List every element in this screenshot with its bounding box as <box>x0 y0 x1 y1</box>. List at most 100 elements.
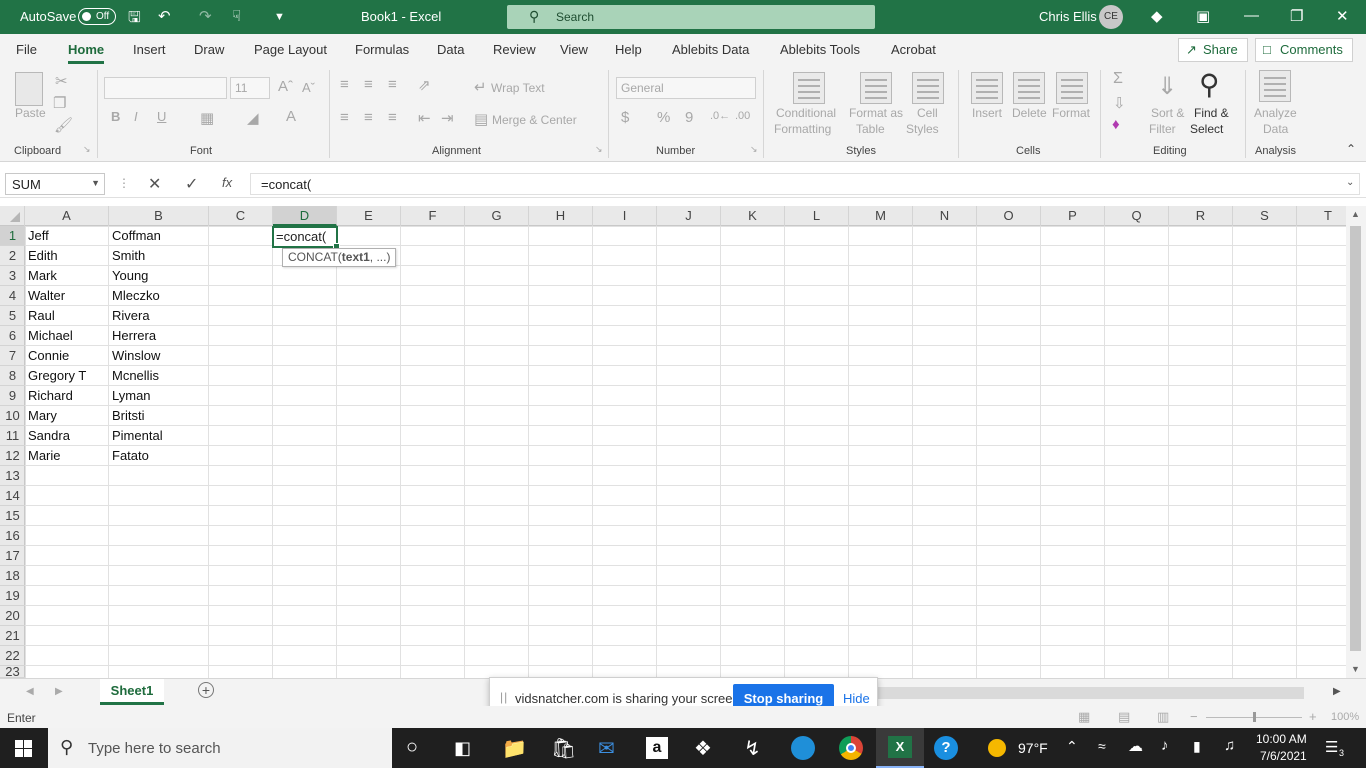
volume-icon[interactable]: ♫ <box>1224 737 1235 754</box>
row-header[interactable]: 15 <box>0 506 25 526</box>
row-header[interactable]: 12 <box>0 446 25 466</box>
chrome-icon[interactable] <box>839 736 863 760</box>
save-icon[interactable]: 🖫 <box>128 7 141 32</box>
row-header[interactable]: 1 <box>0 226 25 246</box>
tab-acrobat[interactable]: Acrobat <box>891 42 936 57</box>
scroll-thumb[interactable] <box>1350 226 1361 651</box>
minimize-icon[interactable]: — <box>1244 7 1259 24</box>
wifi-icon[interactable]: ≈ <box>1098 738 1106 754</box>
increase-decimal-icon[interactable]: .0← <box>710 110 730 122</box>
tab-insert[interactable]: Insert <box>133 42 166 57</box>
app-icon[interactable]: ↯ <box>744 736 761 761</box>
row-header[interactable]: 20 <box>0 606 25 626</box>
page-break-view-icon[interactable]: ▥ <box>1157 709 1169 725</box>
vertical-scrollbar[interactable]: ▲ ▼ <box>1346 206 1366 678</box>
currency-button[interactable]: $ <box>621 109 629 126</box>
tab-data[interactable]: Data <box>437 42 464 57</box>
expand-formula-icon[interactable]: ⌄ <box>1346 177 1354 188</box>
chevron-up-icon[interactable]: ⌃ <box>1066 738 1078 755</box>
name-box[interactable]: SUM ▼ <box>5 173 105 195</box>
sheet-tab-sheet1[interactable]: Sheet1 <box>100 679 164 705</box>
tab-formulas[interactable]: Formulas <box>355 42 409 57</box>
cell-styles-icon[interactable] <box>912 72 944 104</box>
find-select-label-2[interactable]: Select <box>1190 122 1223 136</box>
enter-icon[interactable]: ✓ <box>185 174 198 194</box>
cell-a10[interactable]: Mary <box>25 406 57 426</box>
wrap-text-icon[interactable]: ↵ <box>474 78 487 96</box>
decrease-font-icon[interactable]: Aˇ <box>302 80 315 95</box>
zoom-in-icon[interactable]: + <box>1309 709 1317 724</box>
comma-button[interactable]: 9 <box>685 109 693 126</box>
tab-page-layout[interactable]: Page Layout <box>254 42 327 57</box>
insert-cells-label[interactable]: Insert <box>972 106 1002 120</box>
column-header-p[interactable]: P <box>1041 206 1105 226</box>
customize-qat-icon[interactable]: ▼ <box>274 11 285 23</box>
paste-icon[interactable] <box>15 72 43 106</box>
drag-handle-icon[interactable]: || <box>500 690 508 704</box>
store-icon[interactable]: 🛍 <box>551 736 576 761</box>
file-explorer-icon[interactable]: 📁 <box>502 736 527 761</box>
function-tooltip[interactable]: CONCAT(text1, ...) <box>282 248 397 267</box>
cell-grid[interactable]: Jeff Edith Mark Walter Raul Michael Conn… <box>25 226 1346 678</box>
close-icon[interactable]: ✕ <box>1336 7 1349 25</box>
excel-taskbar-item[interactable]: X <box>876 728 924 768</box>
scroll-right-icon[interactable]: ▶ <box>1333 686 1341 697</box>
find-select-icon[interactable]: ⚲ <box>1199 68 1220 101</box>
scroll-down-icon[interactable]: ▼ <box>1351 664 1360 674</box>
help-icon[interactable]: ? <box>934 736 958 760</box>
column-header-j[interactable]: J <box>657 206 721 226</box>
zoom-slider-thumb[interactable] <box>1253 712 1256 722</box>
font-name-dropdown[interactable] <box>104 77 227 99</box>
column-header-l[interactable]: L <box>785 206 849 226</box>
cell-b5[interactable]: Rivera <box>109 306 150 326</box>
sort-filter-label-1[interactable]: Sort & <box>1151 106 1184 120</box>
format-as-table-icon[interactable] <box>860 72 892 104</box>
dropbox-icon[interactable]: ❖ <box>694 736 712 761</box>
analyze-data-label-2[interactable]: Data <box>1263 122 1288 136</box>
cell-a5[interactable]: Raul <box>25 306 55 326</box>
page-layout-view-icon[interactable]: ▤ <box>1118 709 1130 725</box>
weather-temp[interactable]: 97°F <box>1018 740 1048 756</box>
merge-center-button[interactable]: Merge & Center <box>492 113 577 127</box>
cell-b4[interactable]: Mleczko <box>109 286 160 306</box>
ribbon-display-icon[interactable]: ▣ <box>1196 7 1210 25</box>
analyze-data-icon[interactable] <box>1259 70 1291 102</box>
tab-help[interactable]: Help <box>615 42 642 57</box>
dialog-launcher-icon[interactable]: ↘ <box>750 144 758 155</box>
sort-filter-icon[interactable]: ⇓ <box>1157 72 1177 101</box>
mail-icon[interactable]: ✉ <box>598 736 615 761</box>
cell-a8[interactable]: Gregory T <box>25 366 86 386</box>
format-as-table-label-2[interactable]: Table <box>856 122 885 136</box>
task-view-icon[interactable]: ◧ <box>454 738 471 759</box>
borders-icon[interactable]: ▦ <box>200 109 214 127</box>
edge-icon[interactable] <box>791 736 815 760</box>
top-align-icon[interactable]: ≡ <box>340 76 349 93</box>
column-header-m[interactable]: M <box>849 206 913 226</box>
row-header[interactable]: 7 <box>0 346 25 366</box>
tab-ablebits-tools[interactable]: Ablebits Tools <box>780 42 860 57</box>
fill-icon[interactable]: ⇩ <box>1113 94 1126 112</box>
share-button[interactable]: ↗ Share <box>1178 38 1248 62</box>
tab-ablebits-data[interactable]: Ablebits Data <box>672 42 749 57</box>
merge-center-icon[interactable]: ▤ <box>474 110 488 128</box>
cell-a2[interactable]: Edith <box>25 246 58 266</box>
row-header[interactable]: 11 <box>0 426 25 446</box>
row-header[interactable]: 5 <box>0 306 25 326</box>
chevron-down-icon[interactable]: ▼ <box>91 178 100 188</box>
decrease-indent-icon[interactable]: ⇤ <box>418 109 431 127</box>
copy-icon[interactable]: ❐ <box>53 94 66 112</box>
row-header[interactable]: 21 <box>0 626 25 646</box>
cell-a4[interactable]: Walter <box>25 286 65 306</box>
row-header[interactable]: 4 <box>0 286 25 306</box>
row-header[interactable]: 18 <box>0 566 25 586</box>
column-header-c[interactable]: C <box>209 206 273 226</box>
select-all-button[interactable] <box>0 206 25 226</box>
column-header-q[interactable]: Q <box>1105 206 1169 226</box>
conditional-formatting-label-1[interactable]: Conditional <box>776 106 836 120</box>
row-header[interactable]: 17 <box>0 546 25 566</box>
cell-b8[interactable]: Mcnellis <box>109 366 159 386</box>
row-header[interactable]: 9 <box>0 386 25 406</box>
formula-input[interactable]: =concat( <box>250 173 1360 195</box>
orientation-icon[interactable]: ⇗ <box>418 76 431 94</box>
collapse-ribbon-icon[interactable]: ⌃ <box>1346 142 1356 156</box>
